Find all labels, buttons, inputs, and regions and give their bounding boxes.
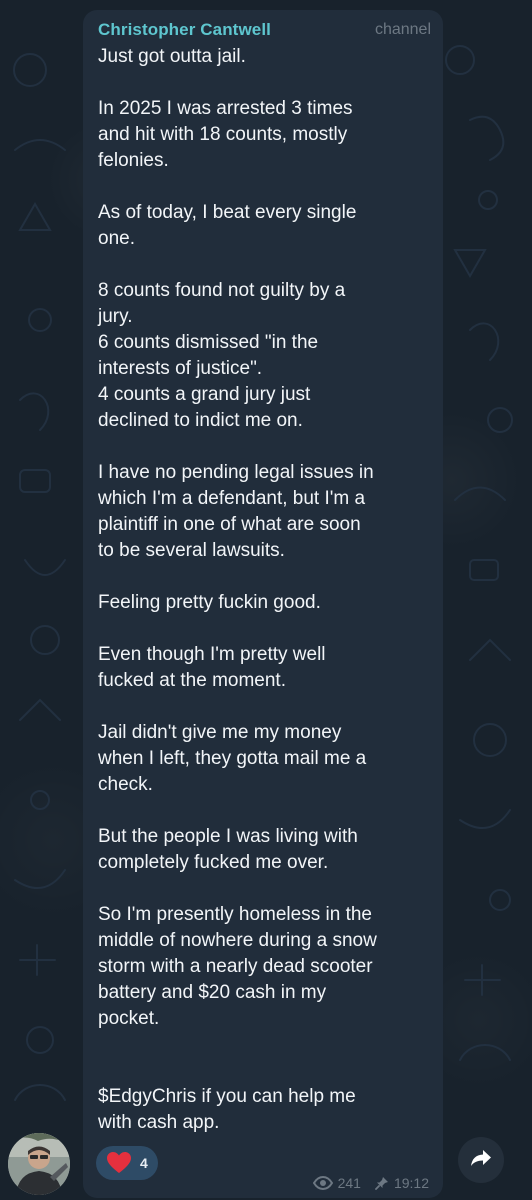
- pin-icon: [375, 1176, 389, 1190]
- reaction-heart-button[interactable]: 4: [96, 1146, 158, 1180]
- message-paragraph: 8 counts found not guilty by a jury. 6 c…: [98, 280, 346, 431]
- message-paragraph: Even though I'm pretty well fucked at th…: [98, 644, 326, 691]
- message-paragraph: Jail didn't give me my money when I left…: [98, 722, 367, 795]
- view-count: 241: [337, 1175, 361, 1191]
- message-paragraph: $EdgyChris if you can help me with cash …: [98, 1086, 356, 1133]
- message-paragraph: I have no pending legal issues in which …: [98, 462, 374, 561]
- avatar[interactable]: [8, 1133, 70, 1195]
- share-arrow-icon: [470, 1149, 492, 1172]
- reaction-count: 4: [140, 1155, 148, 1171]
- message-time: 19:12: [393, 1175, 429, 1191]
- author-name[interactable]: Christopher Cantwell: [98, 20, 271, 40]
- heart-icon: [106, 1151, 132, 1175]
- message-paragraph: As of today, I beat every single one.: [98, 202, 357, 249]
- message-header: Christopher Cantwell channel: [98, 20, 431, 44]
- message-text: Just got outta jail. In 2025 I was arres…: [98, 44, 431, 1136]
- message-paragraph: So I'm presently homeless in the middle …: [98, 904, 377, 1029]
- eye-icon: [312, 1176, 333, 1190]
- share-button[interactable]: [458, 1137, 504, 1183]
- message-paragraph: In 2025 I was arrested 3 times and hit w…: [98, 98, 353, 171]
- message-paragraph: Feeling pretty fuckin good.: [98, 592, 321, 613]
- message-paragraph: But the people I was living with complet…: [98, 826, 358, 873]
- message-bubble[interactable]: Christopher Cantwell channel Just got ou…: [83, 10, 443, 1198]
- message-paragraph: Just got outta jail.: [98, 46, 246, 67]
- message-meta: 241 19:12: [312, 1175, 429, 1191]
- channel-badge: channel: [374, 21, 431, 38]
